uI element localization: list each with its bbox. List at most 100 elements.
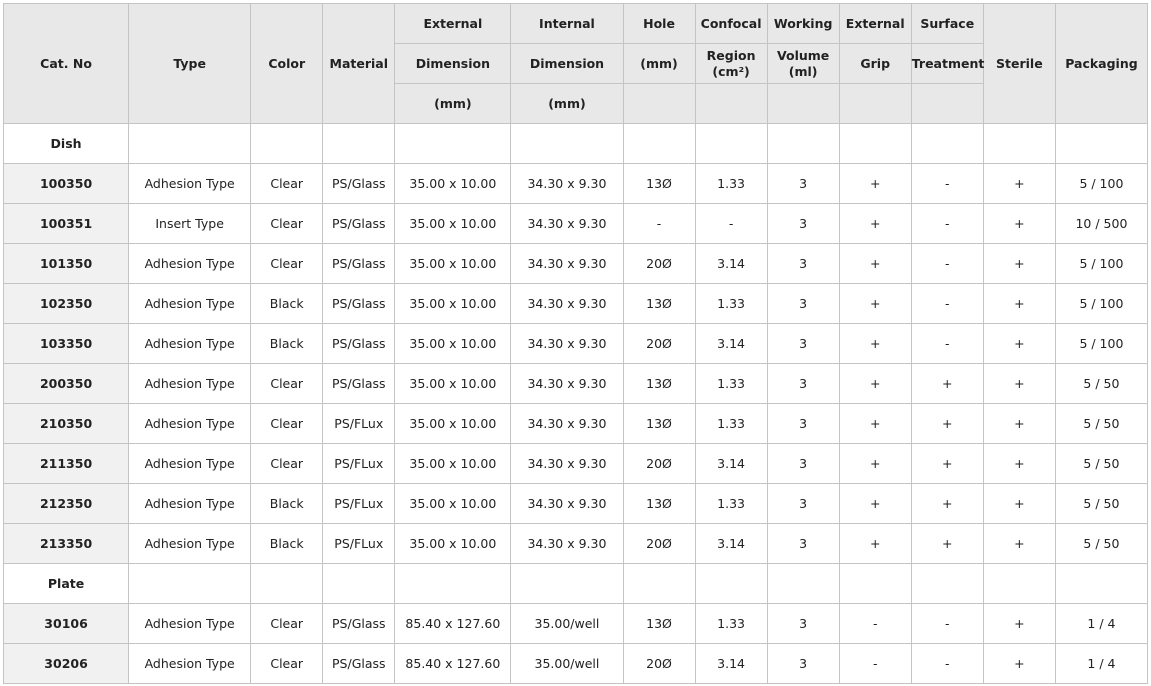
section-blank-cell — [982, 563, 1056, 604]
table-row: 100351 Insert Type Clear PS/Glass 35.00 x 10… — [2, 203, 1149, 244]
cell-cat-no: 101350 — [2, 243, 130, 284]
header-confocal-blank — [694, 83, 768, 124]
cell-confocal-region: - — [694, 203, 768, 244]
cell-packaging: 5 / 100 — [1054, 243, 1149, 284]
cell-sterile: + — [982, 363, 1056, 404]
header-confocal-unit: (cm²) — [712, 63, 750, 79]
cell-material: PS/Glass — [322, 203, 396, 244]
cell-external-grip: + — [838, 323, 912, 364]
cell-material: PS/Glass — [322, 643, 396, 684]
cell-cat-no: 211350 — [2, 443, 130, 484]
header-hole-blank — [622, 83, 696, 124]
cell-confocal-region: 3.14 — [694, 323, 768, 364]
section-blank-cell — [910, 123, 984, 164]
cell-confocal-region: 1.33 — [694, 483, 768, 524]
cell-external-grip: + — [838, 363, 912, 404]
cell-type: Adhesion Type — [128, 523, 252, 564]
cell-material: PS/Glass — [322, 163, 396, 204]
header-sterile: Sterile — [982, 3, 1056, 124]
section-blank-cell — [622, 563, 696, 604]
section-blank-cell — [694, 123, 768, 164]
header-external-grip-line2: Grip — [838, 43, 912, 84]
header-external-dimension-unit: (mm) — [394, 83, 512, 124]
cell-internal-dimension: 34.30 x 9.30 — [510, 323, 624, 364]
table-row: 30106 Adhesion Type Clear PS/Glass 85.40 x 1… — [2, 603, 1149, 644]
cell-cat-no: 30106 — [2, 603, 130, 644]
cell-confocal-region: 1.33 — [694, 283, 768, 324]
cell-hole: 13Ø — [622, 483, 696, 524]
cell-hole: 13Ø — [622, 283, 696, 324]
header-internal-dimension-unit: (mm) — [510, 83, 624, 124]
cell-internal-dimension: 34.30 x 9.30 — [510, 403, 624, 444]
cell-surface-treatment: - — [910, 163, 984, 204]
section-blank-cell — [1054, 563, 1149, 604]
product-spec-table: Cat. No Type Color Material External Int… — [2, 3, 1149, 684]
cell-packaging: 1 / 4 — [1054, 603, 1149, 644]
header-material: Material — [322, 3, 396, 124]
cell-cat-no: 100350 — [2, 163, 130, 204]
section-blank-cell — [622, 123, 696, 164]
cell-external-grip: + — [838, 483, 912, 524]
cell-working-volume: 3 — [766, 323, 840, 364]
cell-type: Adhesion Type — [128, 403, 252, 444]
header-external-dimension-line1: External — [394, 3, 512, 44]
section-blank-cell — [838, 563, 912, 604]
cell-material: PS/Glass — [322, 363, 396, 404]
cell-type: Adhesion Type — [128, 283, 252, 324]
cell-color: Clear — [250, 363, 324, 404]
header-internal-dimension-line1: Internal — [510, 3, 624, 44]
cell-internal-dimension: 34.30 x 9.30 — [510, 523, 624, 564]
cell-surface-treatment: - — [910, 283, 984, 324]
cell-color: Clear — [250, 203, 324, 244]
table-row: 102350 Adhesion Type Black PS/Glass 35.00 x … — [2, 283, 1149, 324]
cell-material: PS/FLux — [322, 443, 396, 484]
cell-material: PS/FLux — [322, 483, 396, 524]
cell-packaging: 10 / 500 — [1054, 203, 1149, 244]
cell-external-dimension: 35.00 x 10.00 — [394, 163, 512, 204]
cell-color: Clear — [250, 603, 324, 644]
cell-sterile: + — [982, 163, 1056, 204]
cell-surface-treatment: - — [910, 203, 984, 244]
cell-material: PS/FLux — [322, 403, 396, 444]
cell-external-dimension: 35.00 x 10.00 — [394, 243, 512, 284]
section-blank-cell — [322, 123, 396, 164]
cell-material: PS/Glass — [322, 603, 396, 644]
header-cat-no: Cat. No — [2, 3, 130, 124]
cell-color: Clear — [250, 163, 324, 204]
header-internal-dimension-line2: Dimension — [510, 43, 624, 84]
cell-external-grip: + — [838, 243, 912, 284]
cell-material: PS/Glass — [322, 323, 396, 364]
section-blank-cell — [982, 123, 1056, 164]
cell-packaging: 5 / 50 — [1054, 443, 1149, 484]
cell-cat-no: 102350 — [2, 283, 130, 324]
cell-color: Black — [250, 323, 324, 364]
header-external-dimension-line2: Dimension — [394, 43, 512, 84]
header-working-line2: Volume (ml) — [766, 43, 840, 84]
table-row: 200350 Adhesion Type Clear PS/Glass 35.00 x … — [2, 363, 1149, 404]
header-type: Type — [128, 3, 252, 124]
cell-cat-no: 200350 — [2, 363, 130, 404]
header-external-grip-line1: External — [838, 3, 912, 44]
table-row: 100350 Adhesion Type Clear PS/Glass 35.00 x … — [2, 163, 1149, 204]
cell-surface-treatment: - — [910, 323, 984, 364]
cell-external-grip: + — [838, 523, 912, 564]
section-blank-cell — [128, 123, 252, 164]
section-blank-cell — [910, 563, 984, 604]
cell-hole: 13Ø — [622, 163, 696, 204]
cell-material: PS/Glass — [322, 283, 396, 324]
cell-surface-treatment: - — [910, 603, 984, 644]
cell-type: Adhesion Type — [128, 483, 252, 524]
cell-confocal-region: 3.14 — [694, 643, 768, 684]
header-confocal-region: Region — [706, 47, 756, 63]
cell-hole: 13Ø — [622, 363, 696, 404]
cell-color: Clear — [250, 443, 324, 484]
cell-type: Adhesion Type — [128, 323, 252, 364]
section-blank-cell — [394, 563, 512, 604]
cell-working-volume: 3 — [766, 483, 840, 524]
cell-external-grip: + — [838, 403, 912, 444]
table-row: 30206 Adhesion Type Clear PS/Glass 85.40 x 1… — [2, 643, 1149, 684]
cell-surface-treatment: + — [910, 523, 984, 564]
cell-surface-treatment: - — [910, 643, 984, 684]
cell-external-grip: + — [838, 443, 912, 484]
cell-color: Clear — [250, 243, 324, 284]
